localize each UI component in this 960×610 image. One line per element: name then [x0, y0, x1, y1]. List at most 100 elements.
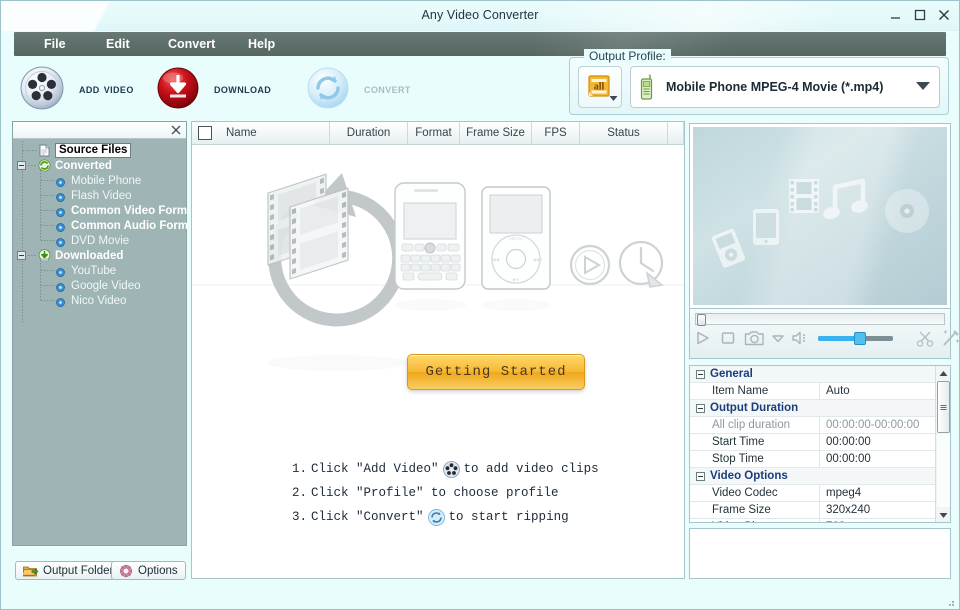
seek-thumb[interactable]: [697, 314, 706, 326]
tree-toggle-downloaded[interactable]: [17, 251, 26, 260]
log-panel: [689, 528, 951, 579]
tree-item-dvd-movie[interactable]: DVD Movie: [13, 230, 186, 248]
property-value: 00:00:00-00:00:00: [826, 419, 920, 431]
tree-item-google-video[interactable]: Google Video: [13, 275, 186, 293]
mobile-phone-illustration: [394, 182, 466, 290]
property-name: Item Name: [690, 382, 820, 400]
speaker-icon[interactable]: [791, 330, 809, 346]
column-duration[interactable]: Duration: [330, 122, 408, 144]
tree-item-source-files[interactable]: Source Files: [13, 143, 186, 158]
minimize-button[interactable]: [889, 8, 903, 22]
getting-started-button[interactable]: Getting Started: [407, 354, 585, 390]
scroll-down-icon[interactable]: [936, 508, 950, 522]
maximize-button[interactable]: [913, 8, 927, 22]
folder-icon: [21, 564, 39, 577]
column-fps[interactable]: FPS: [532, 122, 580, 144]
cd-disc-icon: [885, 189, 929, 233]
add-video-button[interactable]: Add Video: [19, 61, 134, 115]
menu-convert[interactable]: Convert: [156, 32, 227, 56]
tree-item-common-audio-formats[interactable]: Common Audio Form: [13, 215, 188, 233]
tree-label: Google Video: [71, 279, 141, 292]
magic-wand-icon[interactable]: [941, 329, 959, 347]
property-row[interactable]: Item Name Auto: [690, 382, 950, 400]
play-button[interactable]: [694, 330, 712, 346]
tree-item-nico-video[interactable]: Nico Video: [13, 290, 186, 308]
property-group-output-duration[interactable]: Output Duration: [690, 400, 950, 417]
scroll-up-icon[interactable]: [936, 366, 950, 380]
all-profiles-button[interactable]: all: [578, 66, 622, 108]
menu-edit[interactable]: Edit: [94, 32, 142, 56]
document-icon: [38, 144, 51, 157]
output-profile-combobox[interactable]: Mobile Phone MPEG-4 Movie (*.mp4): [630, 66, 940, 108]
tree-item-converted[interactable]: Converted: [13, 158, 186, 173]
bullet-icon: [56, 191, 65, 202]
tree-item-flash-video[interactable]: Flash Video: [13, 185, 186, 203]
snapshot-button[interactable]: [744, 330, 765, 347]
property-row[interactable]: Video Bitrate 768: [690, 518, 950, 522]
property-group-video-options[interactable]: Video Options: [690, 468, 950, 485]
stop-button[interactable]: [719, 330, 737, 346]
property-value[interactable]: 768: [820, 521, 950, 522]
property-row[interactable]: All clip duration 00:00:00-00:00:00: [690, 416, 950, 434]
volume-knob[interactable]: [854, 331, 866, 345]
property-row[interactable]: Frame Size 320x240: [690, 501, 950, 519]
resize-grip[interactable]: [945, 596, 955, 606]
bullet-icon: [56, 266, 65, 277]
collapse-toggle[interactable]: [696, 403, 705, 413]
title-bar: Any Video Converter: [1, 1, 959, 31]
close-button[interactable]: [937, 8, 951, 22]
output-folder-button[interactable]: Output Folder: [15, 561, 122, 580]
tree-label: Source Files: [55, 143, 132, 158]
svg-text:▶▶I: ▶▶I: [534, 257, 542, 262]
output-folder-label: Output Folder: [43, 564, 114, 577]
window-title: Any Video Converter: [421, 8, 539, 22]
property-name: Start Time: [690, 433, 820, 451]
profile-chevron-down-icon[interactable]: [915, 80, 931, 94]
collapse-toggle[interactable]: [696, 471, 705, 481]
property-row[interactable]: Stop Time 00:00:00: [690, 450, 950, 468]
output-profile-value: Mobile Phone MPEG-4 Movie (*.mp4): [666, 80, 884, 94]
tree-item-youtube[interactable]: YouTube: [13, 260, 186, 278]
convert-button[interactable]: Convert: [306, 61, 411, 115]
menu-file[interactable]: File: [32, 32, 78, 56]
property-row[interactable]: Video Codec mpeg4: [690, 484, 950, 502]
tree-item-downloaded[interactable]: Downloaded: [13, 248, 186, 263]
property-value[interactable]: 320x240: [820, 504, 950, 516]
tree-item-common-video-formats[interactable]: Common Video Form: [13, 200, 188, 218]
tree-item-mobile-phone[interactable]: Mobile Phone: [13, 170, 186, 188]
column-name[interactable]: Name: [220, 122, 330, 144]
download-button[interactable]: Download: [156, 61, 271, 115]
close-icon[interactable]: [170, 124, 182, 136]
property-value[interactable]: 00:00:00: [820, 436, 950, 448]
column-status[interactable]: Status: [580, 122, 668, 144]
volume-slider[interactable]: [818, 331, 893, 345]
menu-help[interactable]: Help: [236, 32, 287, 56]
step-number: 3.: [292, 510, 308, 524]
tree-toggle-converted[interactable]: [17, 161, 26, 170]
window-controls: [889, 8, 951, 22]
property-group-general[interactable]: General: [690, 366, 950, 383]
tree-panel-header: [13, 122, 186, 139]
property-row[interactable]: Start Time 00:00:00: [690, 433, 950, 451]
scrollbar-thumb[interactable]: [937, 381, 950, 433]
step-text-post: to add video clips: [463, 462, 599, 476]
tree-label: Common Video Form: [71, 204, 188, 217]
property-value[interactable]: 00:00:00: [820, 453, 950, 465]
video-preview-panel[interactable]: [689, 123, 951, 309]
file-list-panel: Name Duration Format Frame Size FPS Stat…: [191, 121, 685, 579]
property-group-label: General: [710, 368, 753, 380]
properties-scrollbar[interactable]: [935, 366, 950, 522]
ipod-illustration: MENU I◀◀ ▶▶I ▶II: [481, 186, 551, 290]
bullet-icon: [56, 206, 65, 217]
property-value[interactable]: Auto: [820, 385, 950, 397]
column-format[interactable]: Format: [408, 122, 460, 144]
property-value[interactable]: mpeg4: [820, 487, 950, 499]
scrollbar-track[interactable]: [937, 434, 950, 507]
collapse-toggle[interactable]: [696, 369, 705, 379]
options-button[interactable]: Options: [111, 561, 186, 580]
select-all-checkbox[interactable]: [198, 126, 212, 140]
column-frame-size[interactable]: Frame Size: [460, 122, 532, 144]
seek-slider[interactable]: [695, 313, 945, 326]
chevron-down-icon[interactable]: [772, 334, 784, 343]
scissors-icon[interactable]: [916, 330, 934, 347]
